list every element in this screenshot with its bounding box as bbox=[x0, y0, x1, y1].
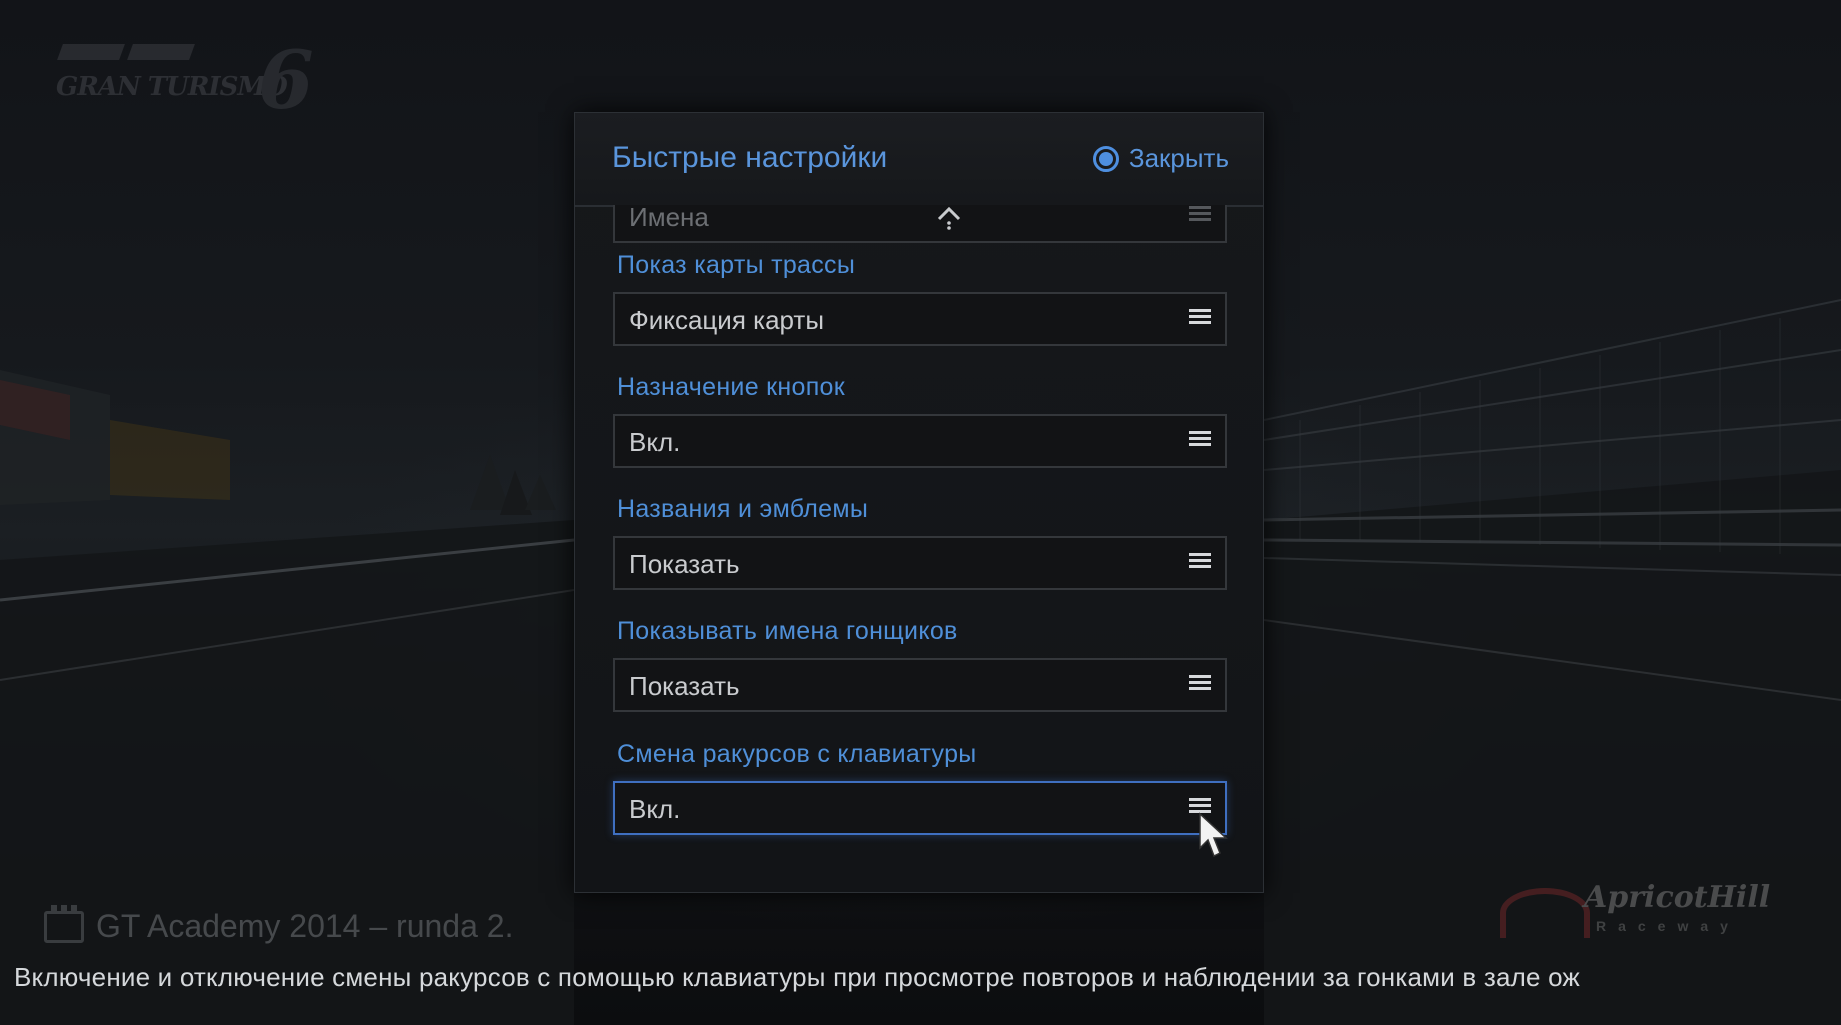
game-logo-number: 6 bbox=[258, 33, 314, 127]
track-logo-name: ApricotHill bbox=[1584, 880, 1771, 915]
menu-icon bbox=[1189, 206, 1211, 226]
calendar-icon bbox=[44, 904, 84, 943]
setting-value: Показать bbox=[629, 549, 740, 579]
game-logo: GRAN TURISMO 6 bbox=[52, 40, 322, 120]
cursor-icon bbox=[1199, 812, 1228, 858]
menu-icon bbox=[1189, 309, 1211, 329]
setting-value: Имена bbox=[629, 205, 709, 232]
setting-value: Показать bbox=[629, 671, 740, 701]
logo-stripes bbox=[57, 44, 200, 62]
keyboard-camera-select[interactable]: Вкл. bbox=[613, 781, 1227, 835]
menu-icon bbox=[1189, 675, 1211, 695]
close-button[interactable]: Закрыть bbox=[1092, 143, 1229, 174]
track-logo: ApricotHill Raceway bbox=[1500, 880, 1770, 940]
track-logo-swoosh-icon bbox=[1500, 888, 1590, 938]
setting-label-driver-names: Показывать имена гонщиков bbox=[617, 617, 958, 645]
circle-button-icon bbox=[1092, 145, 1119, 172]
names-emblems-select[interactable]: Показать bbox=[613, 536, 1227, 590]
setting-label-button-assignment: Назначение кнопок bbox=[617, 373, 845, 401]
setting-label-track-map: Показ карты трассы bbox=[617, 251, 856, 279]
setting-value: Вкл. bbox=[629, 794, 681, 824]
menu-icon bbox=[1189, 431, 1211, 451]
track-map-select[interactable]: Фиксация карты bbox=[613, 292, 1227, 346]
close-label: Закрыть bbox=[1128, 143, 1229, 173]
driver-names-select[interactable]: Показать bbox=[613, 658, 1227, 712]
event-info: GT Academy 2014 – runda 2. bbox=[44, 904, 514, 945]
setting-label-names-emblems: Названия и эмблемы bbox=[617, 495, 869, 523]
scroll-up-icon[interactable] bbox=[935, 205, 963, 231]
menu-icon bbox=[1189, 553, 1211, 573]
setting-value: Вкл. bbox=[629, 427, 681, 457]
event-title: GT Academy 2014 – runda 2. bbox=[96, 908, 514, 944]
button-assignment-select[interactable]: Вкл. bbox=[613, 414, 1227, 468]
track-logo-subtitle: Raceway bbox=[1596, 918, 1740, 934]
names-select[interactable]: Имена bbox=[613, 205, 1227, 243]
quick-settings-dialog: Быстрые настройки Закрыть Имена Показ ка… bbox=[574, 112, 1264, 893]
setting-value: Фиксация карты bbox=[629, 305, 825, 335]
game-logo-text: GRAN TURISMO bbox=[56, 72, 288, 102]
help-hint-text: Включение и отключение смены ракурсов с … bbox=[14, 962, 1581, 992]
setting-label-keyboard-camera: Смена ракурсов с клавиатуры bbox=[617, 740, 977, 768]
dialog-header: Быстрые настройки Закрыть bbox=[575, 113, 1263, 207]
settings-list[interactable]: Имена Показ карты трассы Фиксация карты … bbox=[575, 205, 1263, 892]
dialog-title: Быстрые настройки bbox=[612, 141, 888, 174]
